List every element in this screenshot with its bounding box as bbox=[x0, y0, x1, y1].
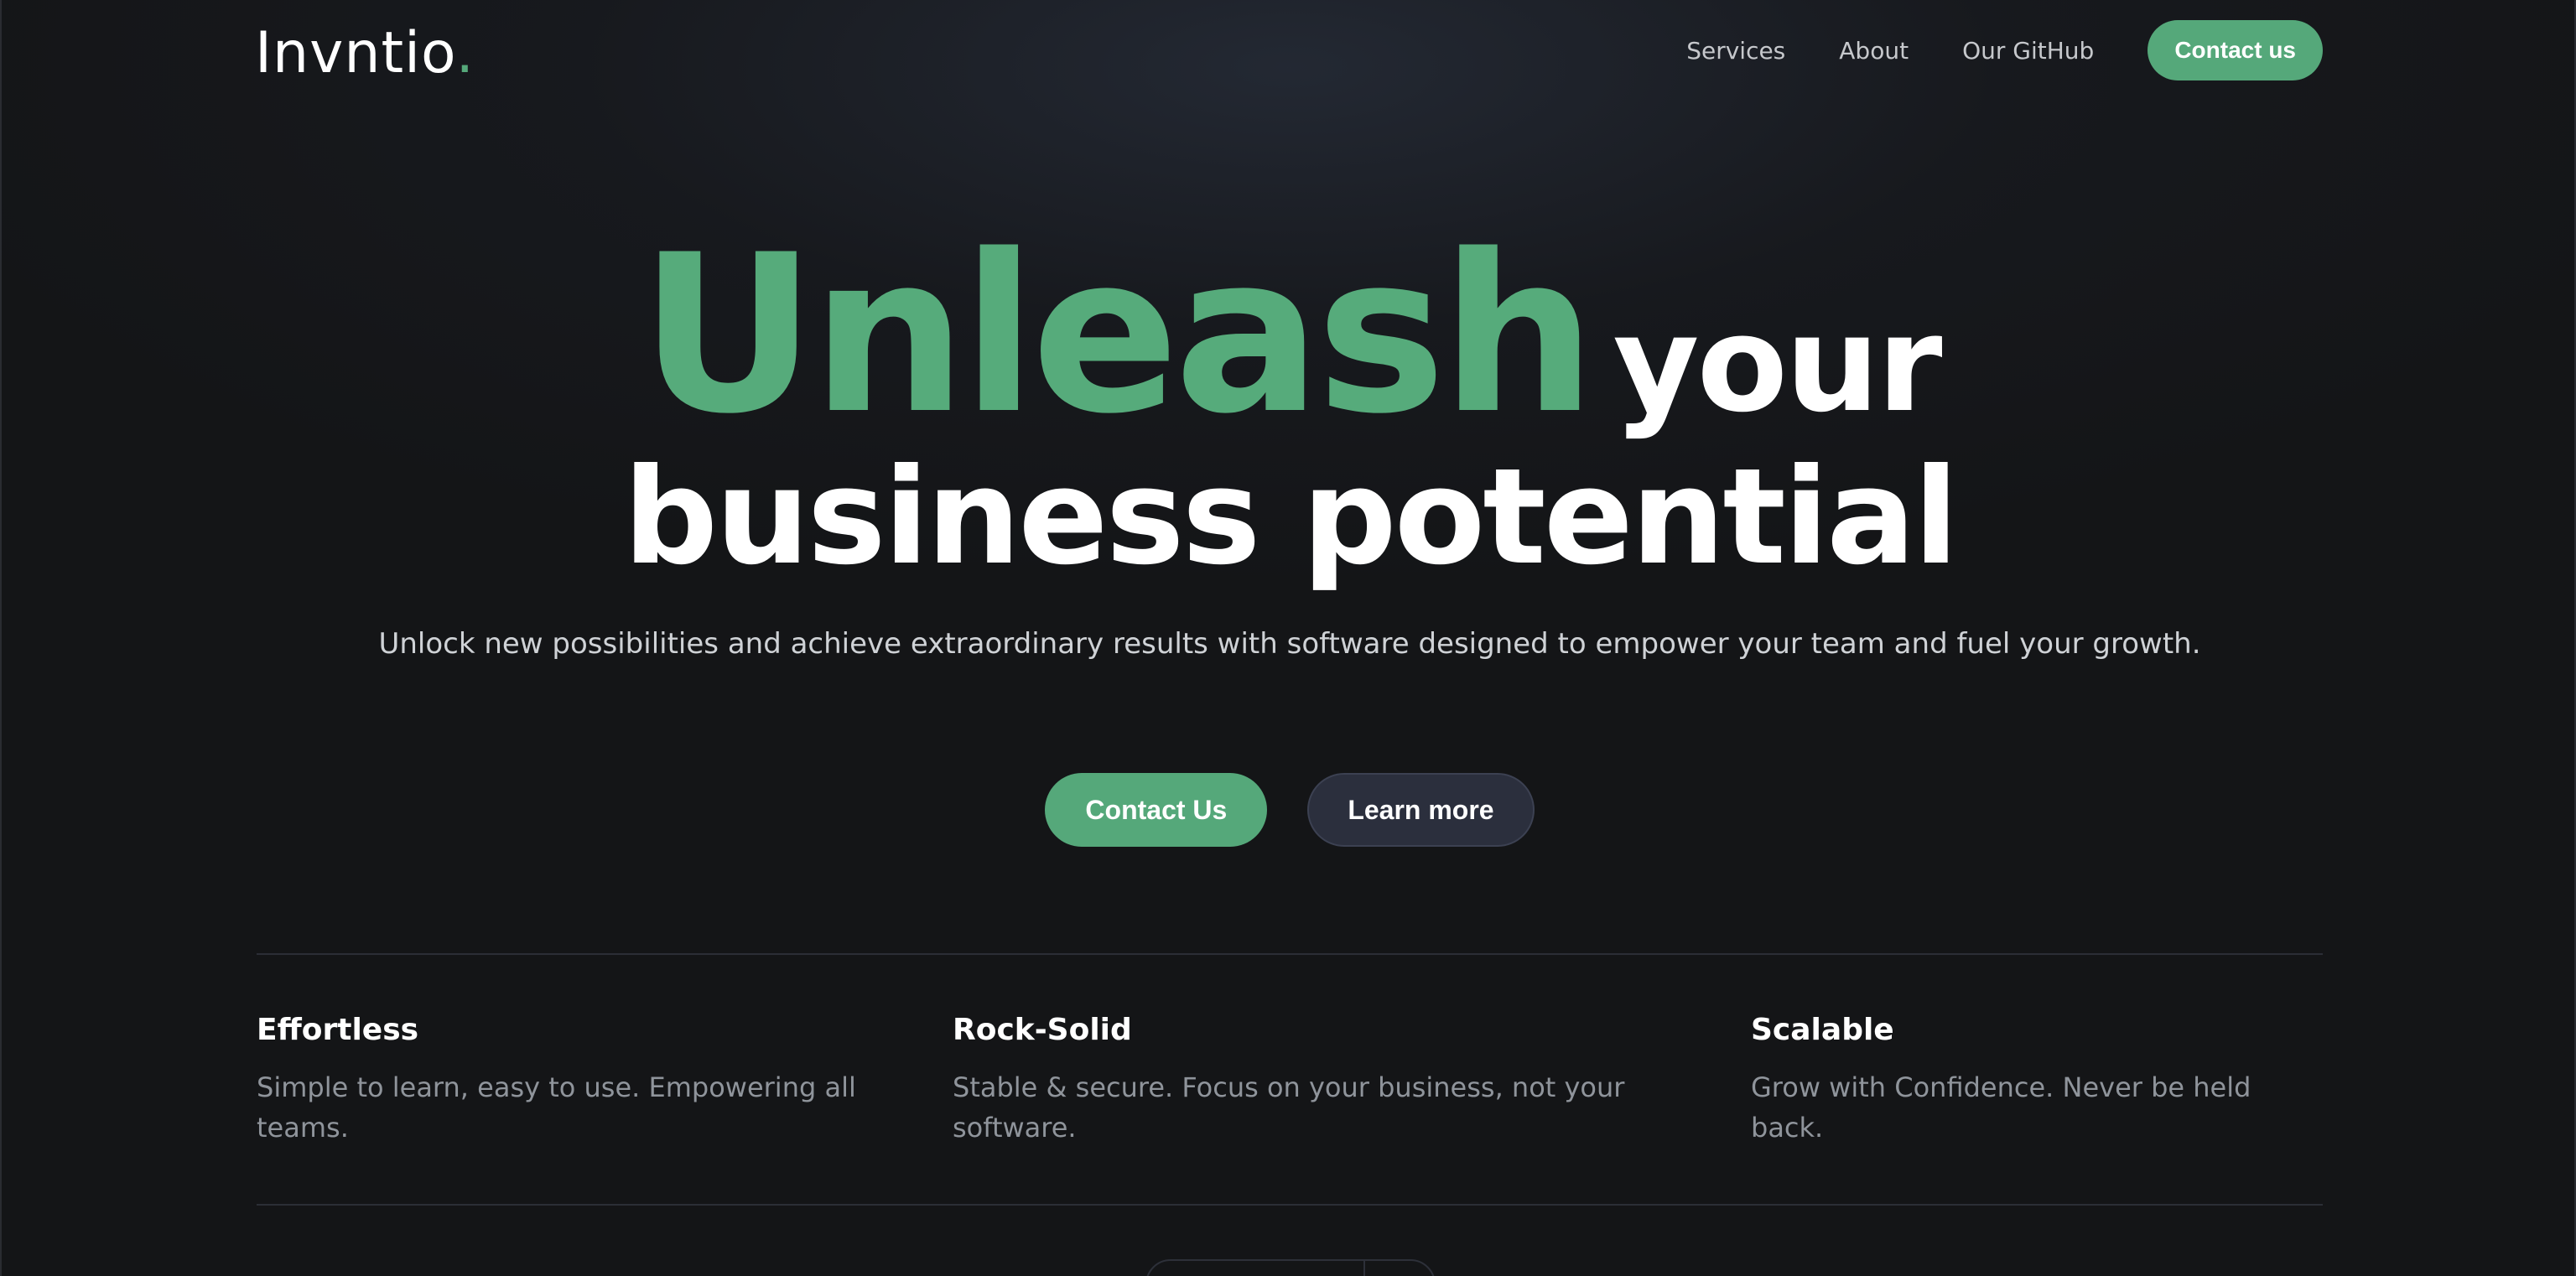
feature-rock-solid: Rock-Solid Stable & secure. Focus on you… bbox=[953, 1013, 1640, 1148]
feature-title: Scalable bbox=[1751, 1013, 1894, 1047]
hero-title-highlight: Unleash bbox=[639, 209, 1597, 462]
nav-link-about[interactable]: About bbox=[1839, 37, 1909, 65]
brand-logo[interactable]: Invntio. bbox=[255, 25, 475, 82]
hero-title-line2: business potential bbox=[623, 440, 1959, 594]
nav-contact-button[interactable]: Contact us bbox=[2148, 20, 2323, 80]
feature-description: Stable & secure. Focus on your business,… bbox=[953, 1071, 1625, 1144]
control-separator bbox=[1363, 1261, 1365, 1276]
nav-link-github[interactable]: Our GitHub bbox=[1962, 37, 2094, 65]
landing-page: Invntio. Services About Our GitHub Conta… bbox=[0, 0, 2576, 1276]
hero-title-your: your bbox=[1613, 288, 1943, 442]
feature-description: Grow with Confidence. Never be held back… bbox=[1751, 1071, 2251, 1144]
feature-title: Rock-Solid bbox=[953, 1013, 1132, 1047]
logo-text: Invntio bbox=[255, 20, 456, 86]
hero-buttons: Contact Us Learn more bbox=[2, 773, 2574, 847]
logo-dot: . bbox=[455, 20, 475, 86]
hero-title: Unleash your business potential bbox=[2, 226, 2574, 594]
partial-bottom-control[interactable] bbox=[1145, 1259, 1436, 1276]
features-top-divider bbox=[257, 953, 2323, 955]
feature-description: Simple to learn, easy to use. Empowering… bbox=[257, 1071, 856, 1144]
learn-more-button[interactable]: Learn more bbox=[1307, 773, 1535, 847]
nav-link-services[interactable]: Services bbox=[1686, 37, 1785, 65]
contact-us-button[interactable]: Contact Us bbox=[1045, 773, 1268, 847]
features-bottom-divider bbox=[257, 1204, 2323, 1206]
feature-effortless: Effortless Simple to learn, easy to use.… bbox=[257, 1013, 860, 1148]
hero-title-line1: Unleash your bbox=[2, 226, 2574, 444]
feature-scalable: Scalable Grow with Confidence. Never be … bbox=[1751, 1013, 2288, 1148]
feature-title: Effortless bbox=[257, 1013, 419, 1047]
hero-subtitle: Unlock new possibilities and achieve ext… bbox=[378, 627, 2201, 661]
nav-links: Services About Our GitHub Contact us bbox=[1686, 20, 2323, 80]
top-navigation: Invntio. Services About Our GitHub Conta… bbox=[255, 20, 2323, 84]
